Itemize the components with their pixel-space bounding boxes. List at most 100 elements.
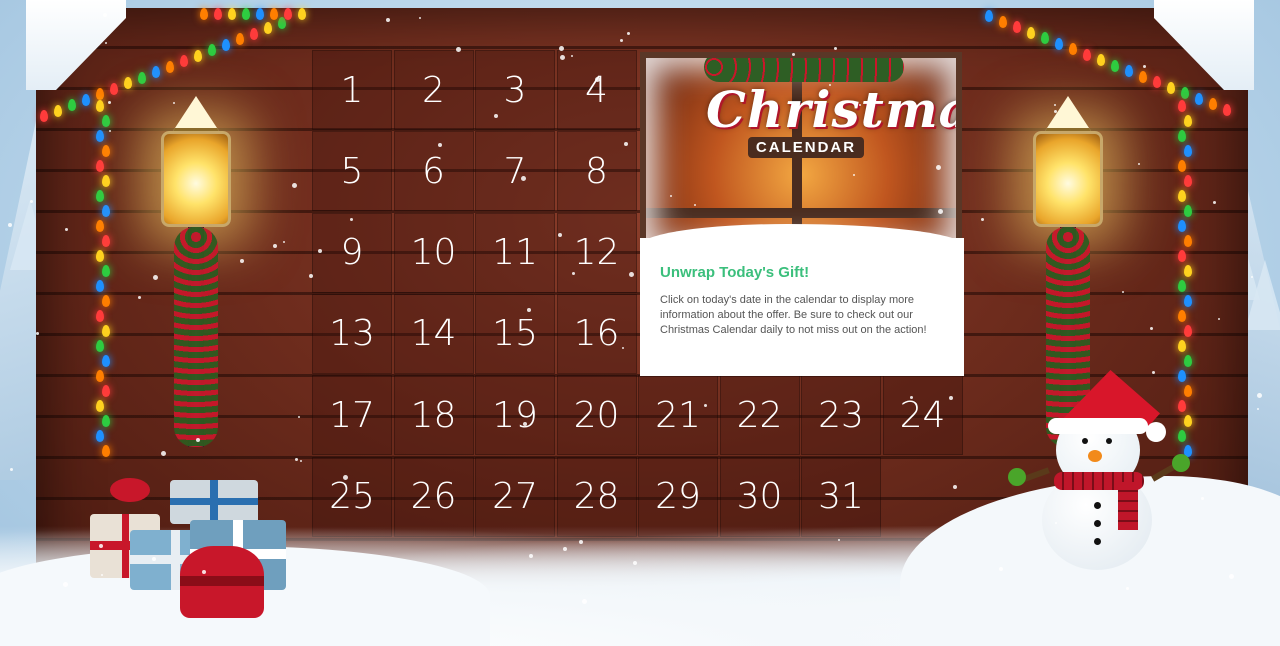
gift-info-panel: Unwrap Today's Gift! Click on today's da… xyxy=(640,224,964,376)
calendar-day-28[interactable]: 28 xyxy=(556,456,637,537)
lamp-pole xyxy=(174,227,218,447)
calendar-day-10[interactable]: 10 xyxy=(393,212,474,293)
light-bulb-icon xyxy=(1178,160,1186,172)
light-bulb-icon xyxy=(68,99,76,111)
light-bulb-icon xyxy=(270,8,278,20)
calendar-day-17[interactable]: 17 xyxy=(312,375,392,456)
snowflake-icon xyxy=(283,241,285,243)
light-bulb-icon xyxy=(236,33,244,45)
snowflake-icon xyxy=(438,143,442,147)
lamp-glass-icon xyxy=(1033,131,1103,227)
calendar-day-6[interactable]: 6 xyxy=(393,131,474,212)
calendar-day-13[interactable]: 13 xyxy=(312,293,392,374)
snowflake-icon xyxy=(1251,276,1253,278)
logo-subtitle: CALENDAR xyxy=(747,137,865,158)
calendar-day-4[interactable]: 4 xyxy=(556,50,637,130)
light-bulb-icon xyxy=(284,8,292,20)
light-bulb-icon xyxy=(1178,310,1186,322)
snowflake-icon xyxy=(101,574,103,576)
calendar-day-27[interactable]: 27 xyxy=(475,456,555,537)
light-bulb-icon xyxy=(1223,103,1231,116)
calendar-day-3[interactable]: 3 xyxy=(475,50,555,130)
snowflake-icon xyxy=(295,458,298,461)
calendar-day-21[interactable]: 21 xyxy=(638,375,718,456)
snowflake-icon xyxy=(829,84,831,86)
light-bulb-icon xyxy=(96,370,104,382)
snowflake-icon xyxy=(1229,574,1234,579)
light-bulb-icon xyxy=(96,310,104,322)
snowflake-icon xyxy=(938,209,943,214)
light-bulb-icon xyxy=(1139,70,1147,83)
light-bulb-icon xyxy=(250,27,258,40)
calendar-day-29[interactable]: 29 xyxy=(638,456,718,537)
calendar-day-31[interactable]: 31 xyxy=(801,456,881,537)
light-bulb-icon xyxy=(1013,21,1021,33)
light-bulb-icon xyxy=(82,93,90,106)
snowflake-icon xyxy=(1213,201,1216,204)
lamp-glass-icon xyxy=(161,131,231,227)
light-bulb-icon xyxy=(194,49,202,62)
calendar-day-23[interactable]: 23 xyxy=(801,375,881,456)
calendar-day-9[interactable]: 9 xyxy=(312,212,392,293)
snowman-icon xyxy=(1008,370,1190,580)
snowflake-icon xyxy=(670,195,672,197)
snowflake-icon xyxy=(981,218,984,221)
light-bulb-icon xyxy=(1041,32,1049,44)
christmas-calendar-scene: 1 2 3 4 5 6 7 8 9 10 11 12 13 14 15 16 17 18 19 20 21 22 23 24 2… xyxy=(0,0,1280,646)
calendar-day-16[interactable]: 16 xyxy=(556,293,637,374)
calendar-day-19[interactable]: 19 xyxy=(475,375,555,456)
snowflake-icon xyxy=(563,547,567,551)
holly-wreath-icon xyxy=(704,58,904,82)
calendar-day-2[interactable]: 2 xyxy=(393,50,474,130)
snowflake-icon xyxy=(103,13,107,17)
light-bulb-icon xyxy=(180,55,188,67)
light-bulb-icon xyxy=(102,175,110,187)
light-bulb-icon xyxy=(102,355,110,367)
light-bulb-icon xyxy=(102,145,110,157)
light-bulb-icon xyxy=(152,66,160,78)
snowflake-icon xyxy=(523,422,527,426)
light-bulb-icon xyxy=(214,8,222,20)
light-bulb-icon xyxy=(1209,98,1217,110)
light-bulb-icon xyxy=(1055,37,1063,50)
light-bulb-icon xyxy=(102,115,110,127)
calendar-day-12[interactable]: 12 xyxy=(556,212,637,293)
light-bulb-icon xyxy=(1184,205,1192,217)
info-body: Click on today's date in the calendar to… xyxy=(660,294,927,336)
calendar-day-5[interactable]: 5 xyxy=(312,131,392,212)
snowflake-icon xyxy=(292,183,297,188)
light-bulb-icon xyxy=(102,295,110,307)
light-bulb-icon xyxy=(242,8,250,20)
snowflake-icon xyxy=(792,53,795,56)
snowflake-icon xyxy=(558,233,562,237)
calendar-day-7[interactable]: 7 xyxy=(475,131,555,212)
gift-box xyxy=(170,480,258,524)
snowflake-icon xyxy=(108,101,111,104)
calendar-day-22[interactable]: 22 xyxy=(719,375,800,456)
light-bulb-icon xyxy=(138,71,146,84)
calendar-day-30[interactable]: 30 xyxy=(719,456,800,537)
snowflake-icon xyxy=(1201,497,1204,500)
lamp-cap xyxy=(173,96,219,131)
calendar-day-20[interactable]: 20 xyxy=(556,375,637,456)
snowflake-icon xyxy=(1257,393,1262,398)
snowflake-icon xyxy=(711,302,713,304)
light-bulb-icon xyxy=(166,60,174,73)
light-bulb-icon xyxy=(102,235,110,247)
snowflake-icon xyxy=(627,32,630,35)
calendar-day-15[interactable]: 15 xyxy=(475,293,555,374)
snowflake-icon xyxy=(1122,291,1124,293)
calendar-day-14[interactable]: 14 xyxy=(393,293,474,374)
snowflake-icon xyxy=(1257,408,1259,410)
snowflake-icon xyxy=(161,451,166,456)
calendar-day-25[interactable]: 25 xyxy=(312,456,392,537)
snowflake-icon xyxy=(300,460,302,462)
calendar-day-18[interactable]: 18 xyxy=(393,375,474,456)
snowflake-icon xyxy=(941,282,945,286)
calendar-day-11[interactable]: 11 xyxy=(475,212,555,293)
light-bulb-icon xyxy=(96,220,104,232)
calendar-day-24[interactable]: 24 xyxy=(882,375,963,456)
calendar-day-1[interactable]: 1 xyxy=(312,50,392,130)
calendar-day-26[interactable]: 26 xyxy=(393,456,474,537)
info-heading: Unwrap Today's Gift! xyxy=(660,264,810,281)
